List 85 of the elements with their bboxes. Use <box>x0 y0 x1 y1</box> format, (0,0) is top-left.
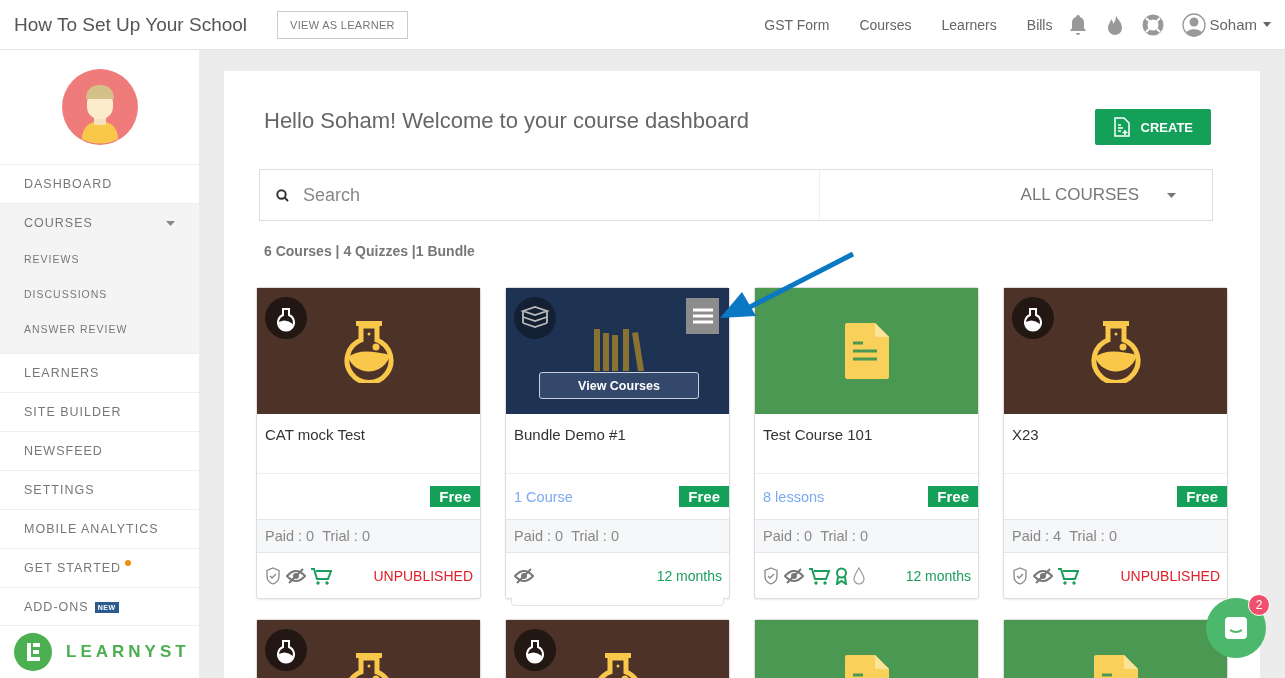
flask-icon <box>514 629 556 671</box>
publish-status: 12 months <box>656 567 722 584</box>
flask-icon <box>341 319 396 383</box>
cart-icon <box>311 566 332 585</box>
course-count-link[interactable]: 1 Course <box>514 488 573 505</box>
price-tag: Free <box>928 486 978 507</box>
unread-count-badge: 2 <box>1248 594 1270 616</box>
shield-check-icon <box>265 566 281 585</box>
trial-count: Trial : 0 <box>322 528 370 544</box>
logo-icon <box>14 633 52 671</box>
paid-count: Paid : 0 <box>763 528 813 544</box>
menu-button[interactable] <box>686 298 719 334</box>
course-title: Test Course 101 <box>755 414 978 474</box>
drop-icon <box>853 566 865 585</box>
books-stack-icon <box>514 297 556 339</box>
books-drawing <box>594 329 644 371</box>
price-tag: Free <box>1177 486 1227 507</box>
flask-icon <box>1088 319 1143 383</box>
view-as-learner-button[interactable]: VIEW AS LEARNER <box>277 10 408 39</box>
eye-slash-icon <box>514 567 534 584</box>
paid-count: Paid : 0 <box>265 528 315 544</box>
nav-link[interactable]: Courses <box>859 16 912 33</box>
create-button[interactable]: CREATE <box>1094 109 1211 145</box>
sidebar-item[interactable]: SITE BUILDER <box>0 393 199 431</box>
bell-icon[interactable] <box>1068 13 1089 36</box>
caret-icon <box>166 220 175 226</box>
course-title: X23 <box>1004 414 1227 474</box>
trial-count: Trial : 0 <box>820 528 868 544</box>
view-courses-button[interactable]: View Courses <box>539 372 699 399</box>
course-card[interactable]: X23 Free Paid : 4 Trial : 0 UNPUBLISHED <box>1003 287 1228 599</box>
brand-name: LEARNYST <box>66 642 190 662</box>
sidebar-item[interactable]: GET STARTED <box>0 549 199 587</box>
paid-count: Paid : 4 <box>1012 528 1062 544</box>
flame-icon[interactable] <box>1106 13 1125 36</box>
sidebar-subitem[interactable]: ANSWER REVIEW <box>0 312 199 347</box>
sidebar-item[interactable]: COURSES <box>0 204 199 242</box>
sidebar-item[interactable]: SETTINGS <box>0 471 199 509</box>
sidebar-subitem[interactable]: DISCUSSIONS <box>0 277 199 312</box>
sidebar-item[interactable]: DASHBOARD <box>0 165 199 203</box>
eye-slash-icon <box>286 567 306 584</box>
caret-icon <box>1167 192 1176 198</box>
user-avatar-icon[interactable] <box>1182 12 1207 37</box>
shield-check-icon <box>1012 566 1028 585</box>
nav-link[interactable]: Learners <box>941 16 997 33</box>
course-summary: 6 Courses | 4 Quizzes |1 Bundle <box>264 243 476 259</box>
document-plus-icon <box>1112 117 1131 137</box>
sidebar-item[interactable]: LEARNERS <box>0 354 199 392</box>
cart-icon <box>809 566 830 585</box>
cart-icon <box>1058 566 1079 585</box>
user-menu[interactable]: Soham <box>1209 16 1271 33</box>
nav-link[interactable]: GST Form <box>764 16 830 33</box>
welcome-heading: Hello Soham! Welcome to your course dashboard <box>264 108 750 134</box>
flask-icon <box>265 629 307 671</box>
menu-icon <box>692 308 713 324</box>
site-title: How To Set Up Your School <box>14 13 248 36</box>
publish-status: UNPUBLISHED <box>373 567 473 584</box>
publish-status: UNPUBLISHED <box>1120 567 1220 584</box>
course-title: Bundle Demo #1 <box>506 414 729 474</box>
price-tag: Free <box>430 486 480 507</box>
course-card[interactable]: View Courses Bundle Demo #1 1 Course Free Paid : 0 Trial : 0 12 months <box>505 287 730 599</box>
sidebar-item[interactable]: NEWSFEED <box>0 432 199 470</box>
caret-icon <box>1263 22 1271 27</box>
paid-count: Paid : 0 <box>514 528 564 544</box>
nav-link[interactable]: Bills <box>1026 16 1053 33</box>
search-icon <box>276 188 289 202</box>
course-card[interactable]: CAT mock Test Free Paid : 0 Trial : 0 UNPUBLISHED <box>256 287 481 599</box>
chat-bubble-icon <box>1223 615 1249 641</box>
course-title: CAT mock Test <box>257 414 480 474</box>
eye-slash-icon <box>784 567 804 584</box>
flask-icon <box>265 297 307 339</box>
trial-count: Trial : 0 <box>571 528 619 544</box>
avatar-icon <box>61 69 138 145</box>
document-icon <box>844 323 889 379</box>
publish-status: 12 months <box>905 567 971 584</box>
trial-count: Trial : 0 <box>1069 528 1117 544</box>
course-card[interactable]: Test Course 101 8 lessons Free Paid : 0 Trial : 0 12 months <box>754 287 979 599</box>
sidebar-item[interactable]: MOBILE ANALYTICS <box>0 510 199 548</box>
flask-icon <box>1012 297 1054 339</box>
shield-check-icon <box>763 566 779 585</box>
lifebuoy-icon[interactable] <box>1142 13 1165 36</box>
price-tag: Free <box>679 486 729 507</box>
eye-slash-icon <box>1033 567 1053 584</box>
course-count-link[interactable]: 8 lessons <box>763 488 825 505</box>
award-ribbon-icon <box>835 566 848 585</box>
sidebar-subitem[interactable]: REVIEWS <box>0 242 199 277</box>
